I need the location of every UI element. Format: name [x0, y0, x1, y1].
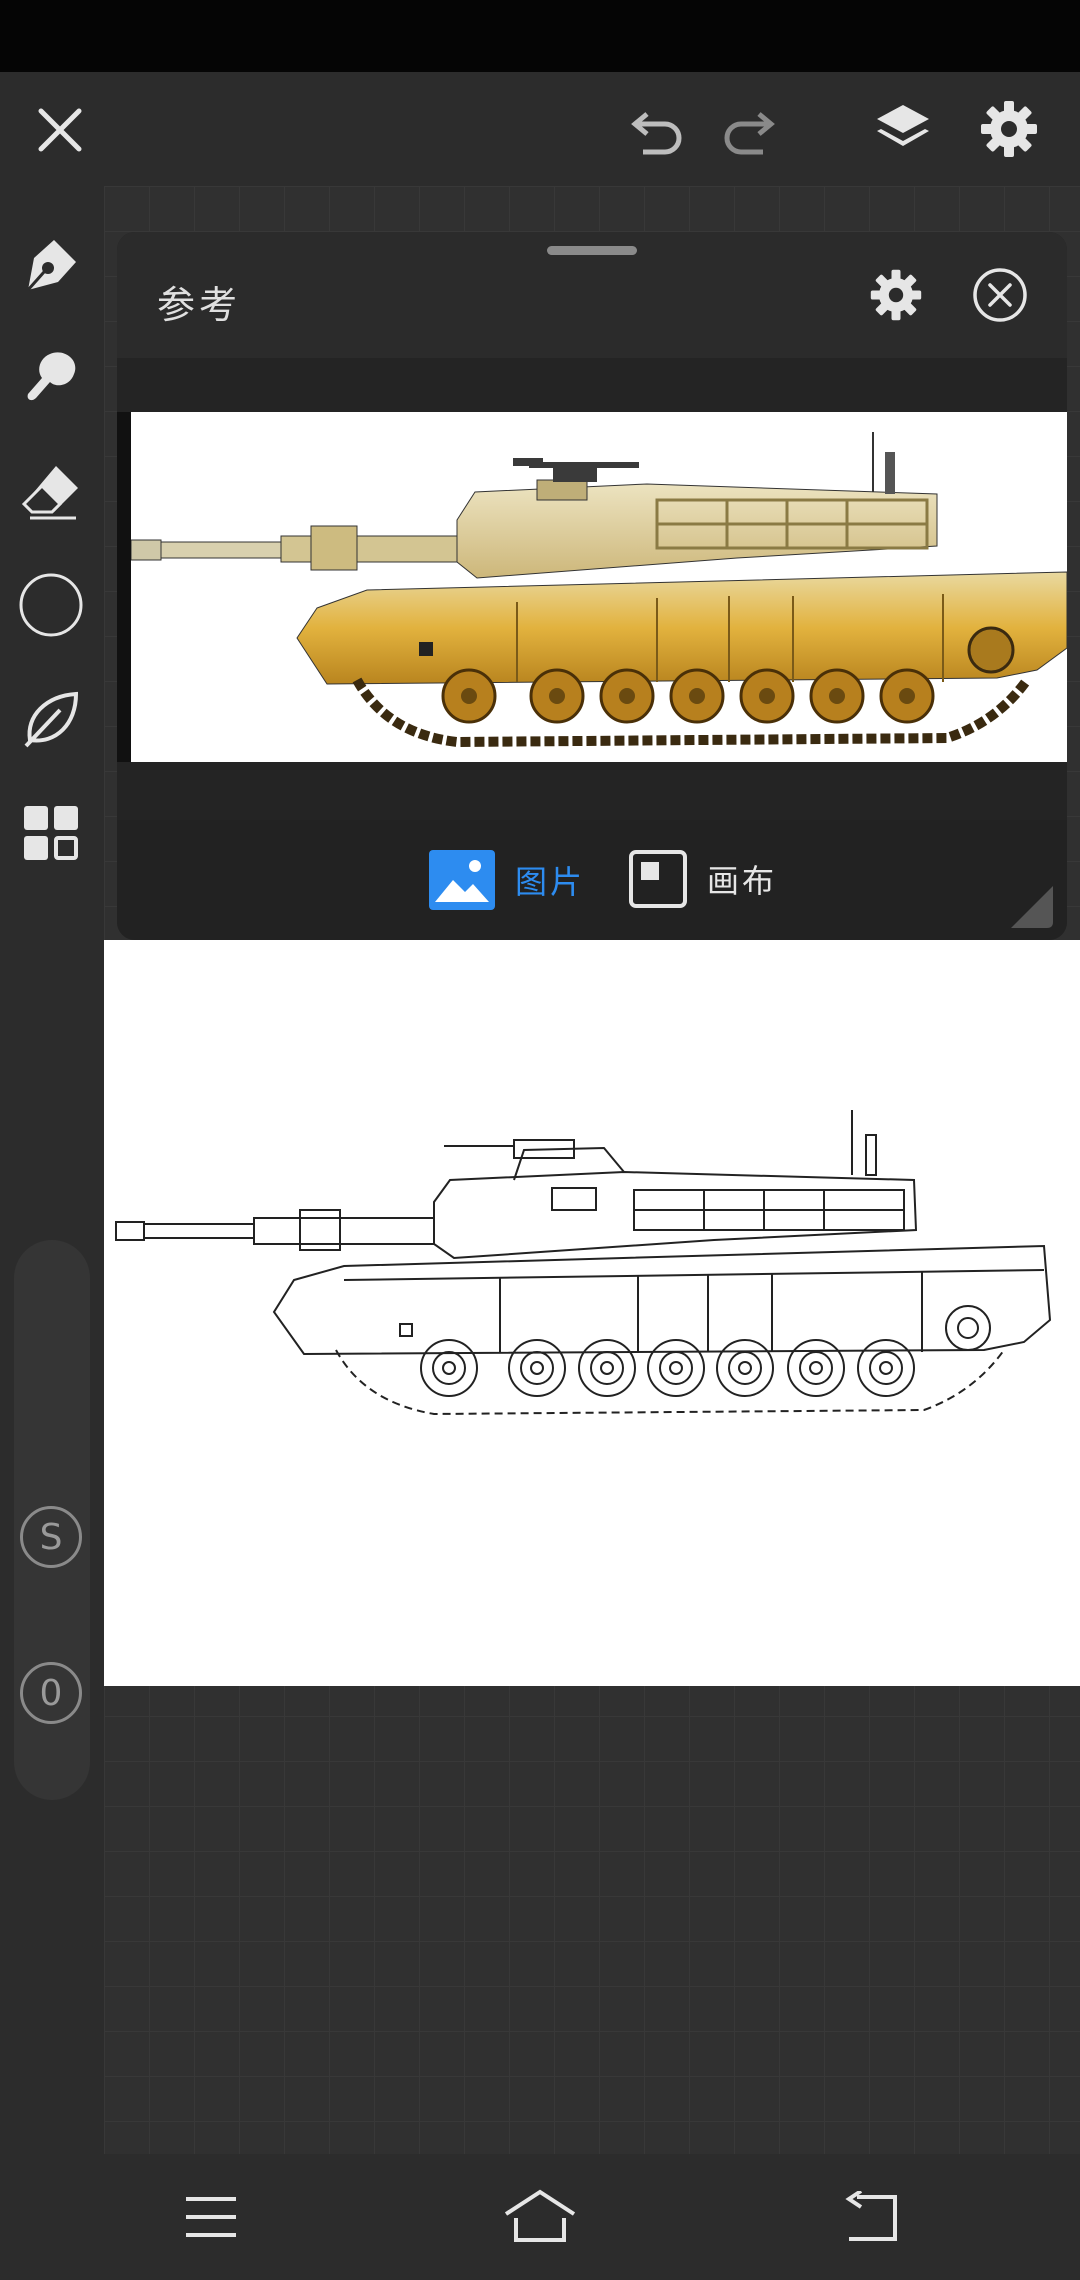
menu-icon[interactable]: [180, 2186, 242, 2248]
top-toolbar: [0, 72, 1080, 186]
layers-icon[interactable]: [870, 96, 936, 162]
shape-circle-icon[interactable]: [16, 570, 86, 640]
eraser-icon[interactable]: [16, 456, 86, 526]
pen-icon[interactable]: [16, 230, 86, 300]
opacity-slider-label[interactable]: 0: [20, 1662, 82, 1724]
reference-image[interactable]: [117, 412, 1067, 762]
image-icon: [429, 850, 495, 910]
system-nav-bar: [0, 2154, 1080, 2280]
panel-title: 参考: [157, 283, 242, 327]
drawing-canvas[interactable]: [104, 940, 1080, 1686]
leaf-icon[interactable]: [16, 684, 86, 754]
brush-icon[interactable]: [16, 342, 86, 412]
redo-icon[interactable]: [718, 98, 784, 164]
tank-line-art: [115, 1110, 1052, 1416]
status-bar: [0, 0, 1080, 72]
size-slider-label[interactable]: S: [20, 1506, 82, 1568]
tab-canvas[interactable]: 画布: [629, 850, 777, 908]
back-icon[interactable]: [838, 2186, 904, 2248]
tab-image[interactable]: 图片: [429, 850, 585, 910]
panel-settings-icon[interactable]: [865, 264, 927, 326]
drag-handle[interactable]: [547, 246, 637, 255]
reference-panel-header: 参考: [117, 232, 1067, 358]
tool-sidebar: S 0: [0, 186, 104, 2154]
reference-tabs: 图片 画布: [117, 820, 1067, 940]
resize-handle-icon[interactable]: [1007, 882, 1057, 932]
settings-icon[interactable]: [976, 96, 1042, 162]
reference-panel: 参考 图片 画布: [117, 232, 1067, 940]
tab-image-label: 图片: [515, 863, 586, 901]
undo-icon[interactable]: [622, 98, 688, 164]
tab-canvas-label: 画布: [707, 862, 778, 900]
canvas-icon: [629, 850, 687, 908]
panel-close-icon[interactable]: [969, 264, 1031, 326]
grid-icon[interactable]: [16, 798, 86, 868]
tank-color-image: [130, 432, 1067, 748]
close-icon[interactable]: [30, 100, 90, 160]
home-icon[interactable]: [500, 2184, 580, 2248]
